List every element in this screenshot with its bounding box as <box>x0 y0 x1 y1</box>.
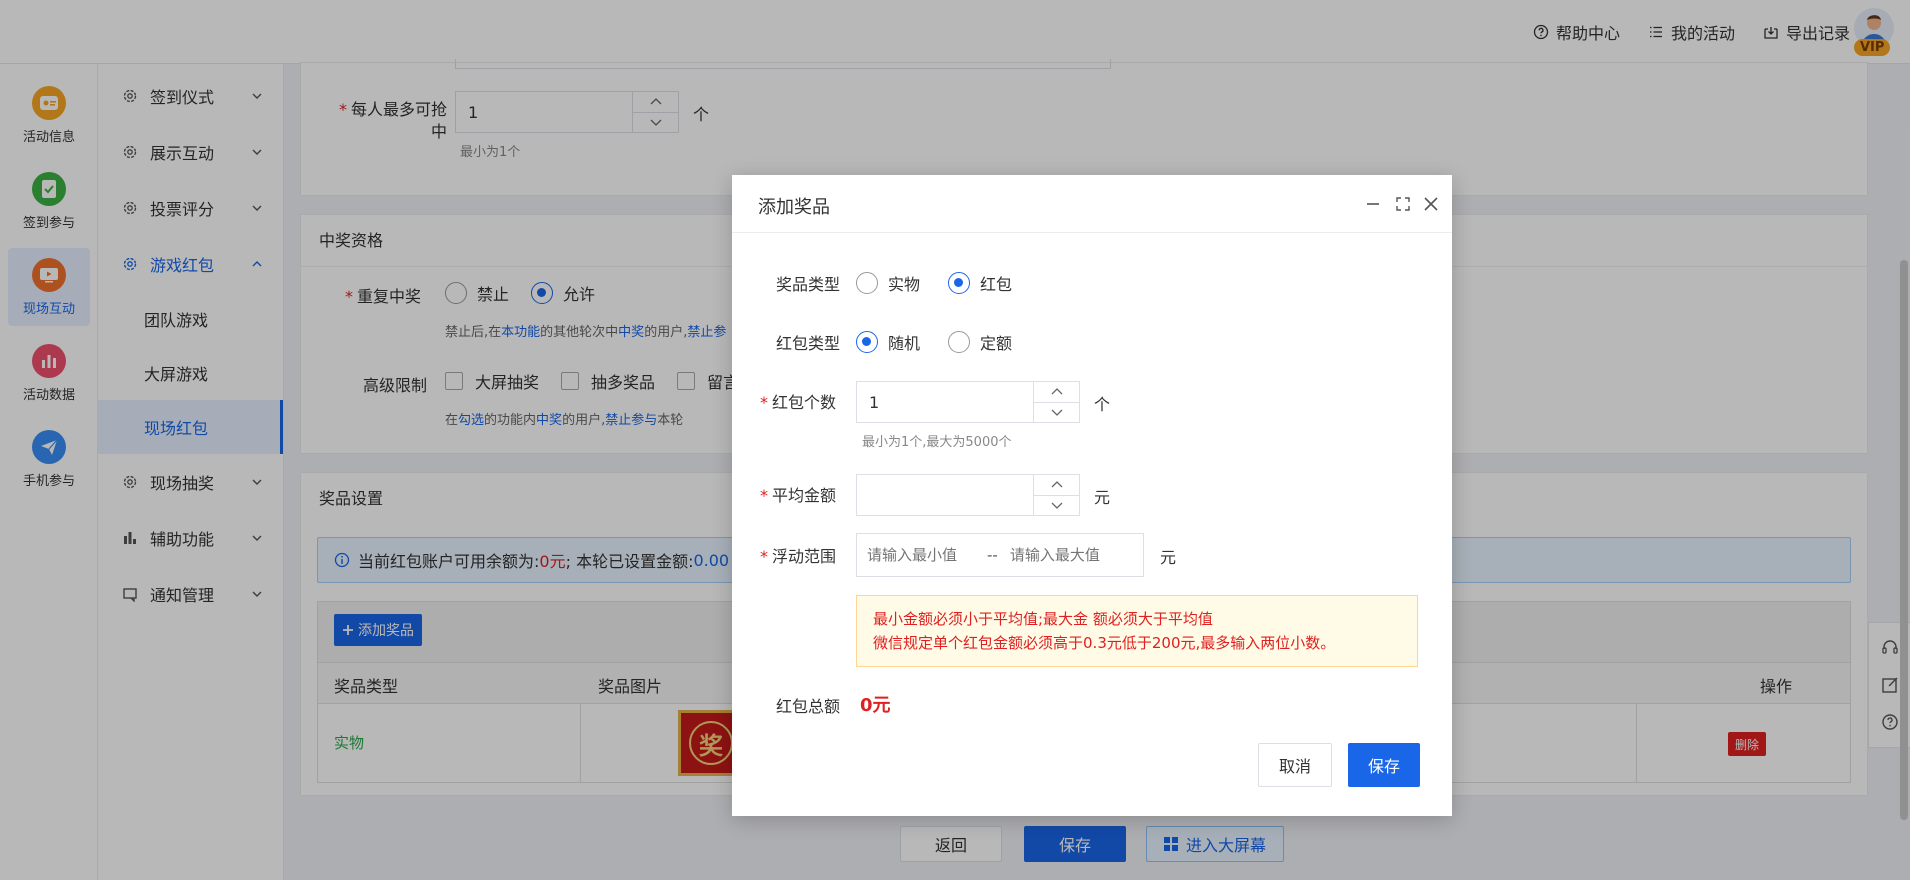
rp-type-label: 红包类型 <box>776 334 841 353</box>
warning-line-2: 微信规定单个红包金额必须高于0.3元低于200元,最多输入两位小数。 <box>873 634 1336 652</box>
rp-count-unit: 个 <box>1094 395 1111 414</box>
chevron-down-icon <box>1051 409 1062 417</box>
increment-button[interactable] <box>1034 382 1079 402</box>
chevron-up-icon <box>1051 480 1062 488</box>
add-prize-dialog: 添加奖品 奖品类型 实物 红包 红包类型 随机 定额 * 红包个数 1 个 最小为… <box>732 175 1452 816</box>
decrement-button[interactable] <box>1034 494 1079 516</box>
prize-type-physical-option[interactable]: 实物 <box>856 271 920 295</box>
avg-amount-stepper[interactable] <box>856 474 1080 516</box>
avg-amount-label: * 平均金额 <box>760 486 837 505</box>
avg-amount-value[interactable] <box>857 475 1033 515</box>
chevron-up-icon <box>1051 387 1062 395</box>
increment-button[interactable] <box>1034 475 1079 495</box>
rp-type-fixed-option[interactable]: 定额 <box>948 330 1012 354</box>
redpacket-label: 红包 <box>980 275 1013 294</box>
total-value: 0元 <box>860 695 891 716</box>
rp-type-random-option[interactable]: 随机 <box>856 330 920 354</box>
dialog-title: 添加奖品 <box>758 197 830 218</box>
amount-warning: 最小金额必须小于平均值;最大金 额必须大于平均值 微信规定单个红包金额必须高于0… <box>856 595 1418 667</box>
maximize-icon[interactable] <box>1394 195 1412 213</box>
radio-fixed[interactable] <box>948 331 970 353</box>
decrement-button[interactable] <box>1034 401 1079 423</box>
random-label: 随机 <box>888 334 921 353</box>
total-label: 红包总额 <box>776 697 841 716</box>
range-min-input[interactable] <box>857 546 981 564</box>
prize-type-label: 奖品类型 <box>776 275 841 294</box>
warning-line-1: 最小金额必须小于平均值;最大金 额必须大于平均值 <box>873 610 1213 628</box>
range-label: * 浮动范围 <box>760 547 837 566</box>
avg-amount-unit: 元 <box>1094 488 1111 507</box>
radio-redpacket[interactable] <box>948 272 970 294</box>
rp-count-hint: 最小为1个,最大为5000个 <box>862 435 1012 450</box>
range-input-group: -- <box>856 533 1144 577</box>
radio-physical[interactable] <box>856 272 878 294</box>
range-max-input[interactable] <box>1003 546 1128 564</box>
fixed-label: 定额 <box>980 334 1013 353</box>
range-unit: 元 <box>1160 548 1177 567</box>
close-icon[interactable] <box>1422 195 1440 213</box>
rp-count-label: * 红包个数 <box>760 393 837 412</box>
rp-count-stepper[interactable]: 1 <box>856 381 1080 423</box>
physical-label: 实物 <box>888 275 921 294</box>
radio-random[interactable] <box>856 331 878 353</box>
prize-type-redpacket-option[interactable]: 红包 <box>948 271 1012 295</box>
chevron-down-icon <box>1051 502 1062 510</box>
cancel-button[interactable]: 取消 <box>1258 743 1332 787</box>
dialog-header: 添加奖品 <box>732 175 1452 233</box>
rp-count-value[interactable]: 1 <box>857 382 1033 422</box>
dialog-save-button[interactable]: 保存 <box>1348 743 1420 787</box>
range-separator: -- <box>987 546 998 564</box>
minimize-icon[interactable] <box>1364 195 1382 213</box>
